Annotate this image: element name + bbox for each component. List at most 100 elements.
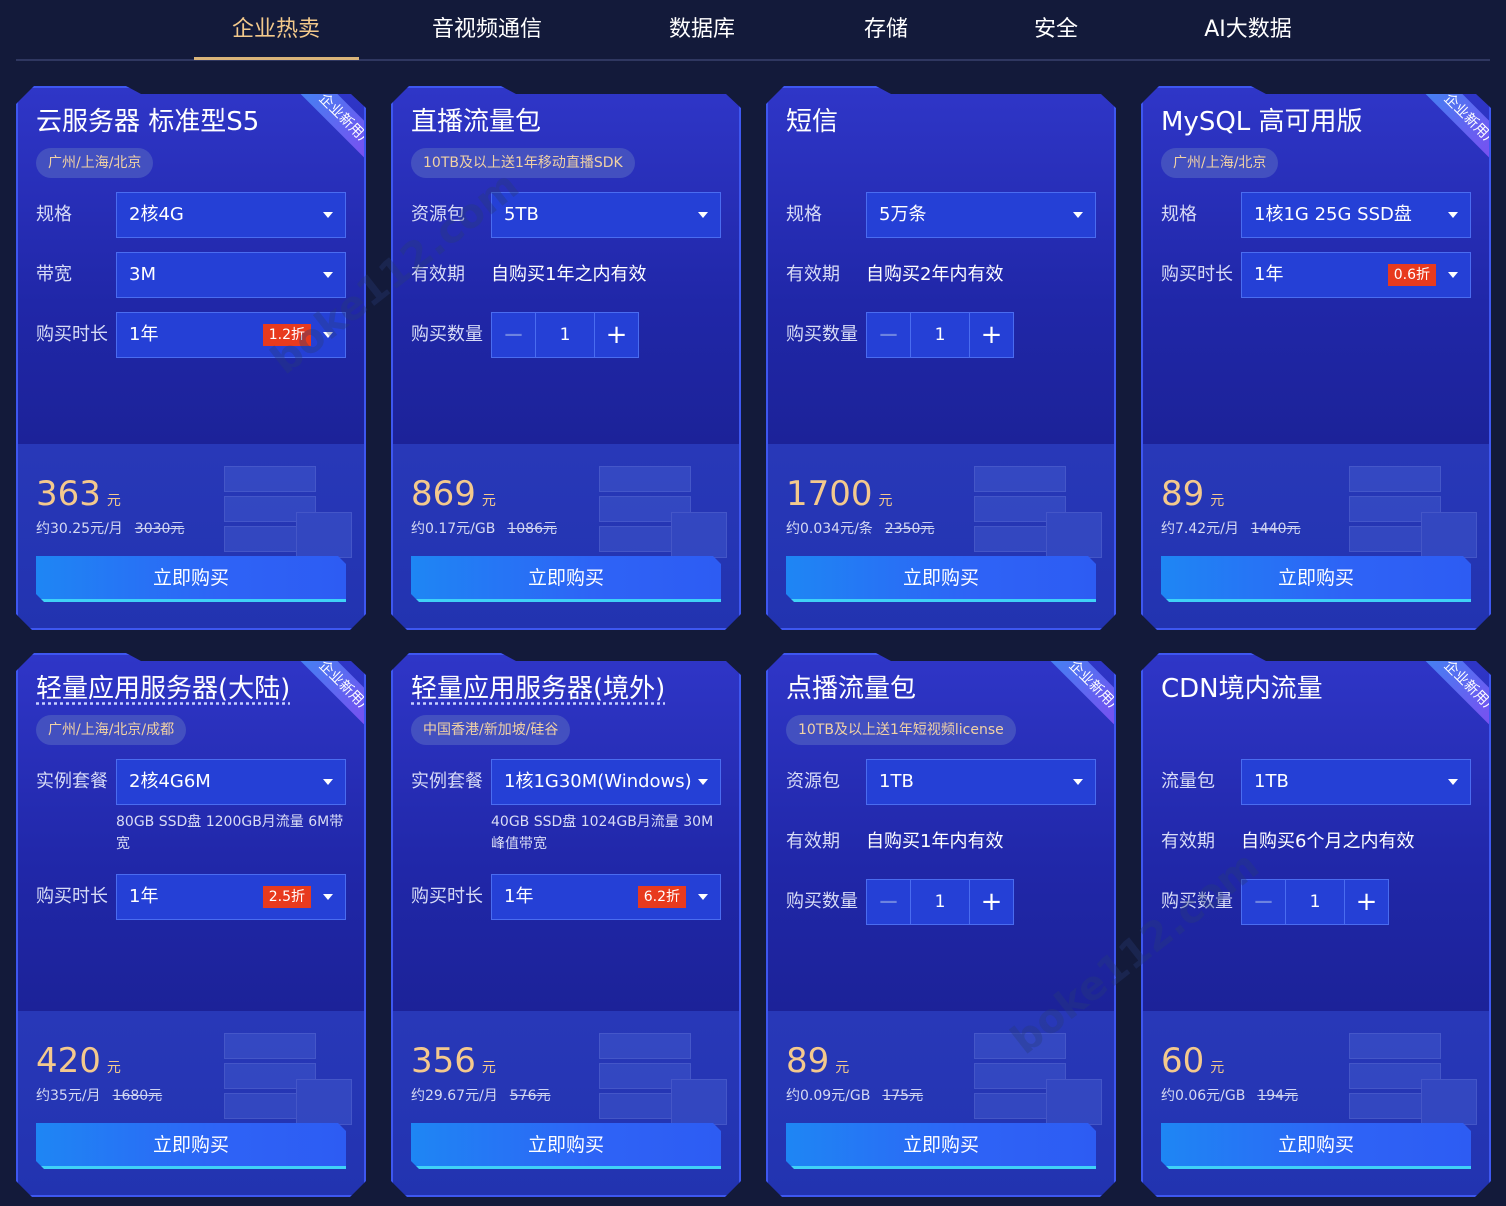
chevron-down-icon <box>698 212 708 218</box>
price: 60 元 <box>1161 1041 1224 1088</box>
price-amount: 60 <box>1161 1041 1205 1081</box>
field-label: 流量包 <box>1161 771 1215 792</box>
minus-icon[interactable]: − <box>867 880 911 924</box>
card-title: MySQL 高可用版 <box>1161 107 1363 137</box>
option-dropdown[interactable]: 2核4G <box>116 192 346 238</box>
buy-now-button[interactable]: 立即购买 <box>1161 556 1471 602</box>
minus-icon[interactable]: − <box>492 313 536 357</box>
ribbon-label: 企业新用户 <box>287 86 366 180</box>
plus-icon[interactable]: + <box>969 313 1013 357</box>
buy-now-button[interactable]: 立即购买 <box>411 1123 721 1169</box>
plus-icon[interactable]: + <box>969 880 1013 924</box>
new-user-ribbon: 企业新用户 <box>1391 86 1491 194</box>
card-subtitle-tag: 广州/上海/北京 <box>1161 148 1279 178</box>
price: 1700 元 <box>786 474 893 521</box>
price: 89 元 <box>1161 474 1224 521</box>
quantity-input[interactable]: 1 <box>911 880 969 924</box>
buy-now-button[interactable]: 立即购买 <box>411 556 721 602</box>
chevron-down-icon <box>323 272 333 278</box>
chevron-down-icon <box>1073 212 1083 218</box>
minus-icon[interactable]: − <box>1242 880 1286 924</box>
option-dropdown[interactable]: 1TB <box>1241 759 1471 805</box>
unit-price-line: 约35元/月 1680元 <box>36 1085 162 1105</box>
product-card: CDN境内流量 企业新用户 流量包 1TB 有效期 自购买6个月之内有效 购买数量 −1 +60… <box>1141 653 1491 1197</box>
card-subtitle-tag: 10TB及以上送1年移动直播SDK <box>411 148 635 178</box>
plus-icon[interactable]: + <box>594 313 638 357</box>
chevron-down-icon <box>698 779 708 785</box>
option-dropdown[interactable]: 1年 1.2折 <box>116 312 346 358</box>
field-label: 购买数量 <box>786 324 858 345</box>
discount-badge: 0.6折 <box>1387 264 1436 286</box>
tab-security[interactable]: 安全 <box>1011 12 1101 48</box>
option-dropdown[interactable]: 1年 2.5折 <box>116 874 346 920</box>
option-dropdown[interactable]: 1年 6.2折 <box>491 874 721 920</box>
original-price: 2350元 <box>884 521 935 537</box>
field-label: 资源包 <box>411 204 465 225</box>
buy-now-button[interactable]: 立即购买 <box>36 1123 346 1169</box>
price-currency: 元 <box>1210 493 1225 509</box>
option-dropdown[interactable]: 3M <box>116 252 346 298</box>
option-dropdown[interactable]: 1年 0.6折 <box>1241 252 1471 298</box>
buy-now-button[interactable]: 立即购买 <box>1161 1123 1471 1169</box>
dropdown-value: 1核1G30M(Windows) <box>504 771 692 792</box>
quantity-input[interactable]: 1 <box>1286 880 1344 924</box>
field-label: 带宽 <box>36 264 72 285</box>
field-label: 规格 <box>1161 204 1197 225</box>
field-label: 有效期 <box>786 264 840 285</box>
validity-text: 自购买2年内有效 <box>866 264 1004 285</box>
card-title: 短信 <box>786 107 839 137</box>
field-label: 有效期 <box>1161 831 1215 852</box>
package-description: 40GB SSD盘 1024GB月流量 30M峰值带宽 <box>491 814 714 852</box>
unit-price: 约30.25元/月 <box>36 521 123 537</box>
unit-price: 约29.67元/月 <box>411 1088 498 1104</box>
tab-ai-bigdata[interactable]: AI大数据 <box>1184 12 1312 48</box>
card-subtitle-tag: 广州/上海/北京 <box>36 148 154 178</box>
minus-icon[interactable]: − <box>867 313 911 357</box>
product-card: MySQL 高可用版 广州/上海/北京 企业新用户规格 1核1G 25G SSD盘购买… <box>1141 86 1491 630</box>
field-label: 规格 <box>36 204 72 225</box>
chevron-down-icon <box>698 894 708 900</box>
option-dropdown[interactable]: 5万条 <box>866 192 1096 238</box>
card-title[interactable]: 轻量应用服务器(境外) <box>411 671 665 707</box>
option-dropdown[interactable]: 5TB <box>491 192 721 238</box>
quantity-input[interactable]: 1 <box>536 313 594 357</box>
tab-database[interactable]: 数据库 <box>646 12 758 48</box>
price-amount: 420 <box>36 1041 101 1081</box>
price: 356 元 <box>411 1041 496 1088</box>
option-dropdown[interactable]: 1核1G 25G SSD盘 <box>1241 192 1471 238</box>
ribbon-label: 企业新用户 <box>287 653 366 747</box>
quantity-stepper: −1 + <box>491 312 639 358</box>
option-dropdown[interactable]: 1TB <box>866 759 1096 805</box>
new-user-ribbon: 企业新用户 <box>1391 653 1491 761</box>
server-rack-illustration <box>224 1033 356 1129</box>
option-dropdown[interactable]: 2核4G6M <box>116 759 346 805</box>
field-label: 购买数量 <box>1161 891 1233 912</box>
tab-enterprise-hot[interactable]: 企业热卖 <box>204 12 348 48</box>
field-label: 购买数量 <box>411 324 483 345</box>
unit-price: 约35元/月 <box>36 1088 101 1104</box>
chevron-down-icon <box>1448 779 1458 785</box>
dropdown-value: 1年 <box>504 886 534 907</box>
option-dropdown[interactable]: 1核1G30M(Windows) <box>491 759 721 805</box>
new-user-ribbon: 企业新用户 <box>266 86 366 194</box>
new-user-ribbon: 企业新用户 <box>266 653 366 761</box>
unit-price-line: 约0.06元/GB 194元 <box>1161 1085 1298 1105</box>
dropdown-value: 5TB <box>504 204 539 225</box>
original-price: 3030元 <box>134 521 185 537</box>
field-label: 购买时长 <box>1161 264 1233 285</box>
field-label: 购买时长 <box>36 324 108 345</box>
card-title[interactable]: 轻量应用服务器(大陆) <box>36 671 290 707</box>
tab-storage[interactable]: 存储 <box>841 12 931 48</box>
dropdown-value: 1年 <box>1254 264 1284 285</box>
unit-price: 约0.034元/条 <box>786 521 873 537</box>
quantity-input[interactable]: 1 <box>911 313 969 357</box>
buy-now-button[interactable]: 立即购买 <box>786 556 1096 602</box>
buy-now-button[interactable]: 立即购买 <box>786 1123 1096 1169</box>
field-label: 实例套餐 <box>36 771 108 792</box>
original-price: 1086元 <box>507 521 557 537</box>
plus-icon[interactable]: + <box>1344 880 1388 924</box>
original-price: 1440元 <box>1250 521 1301 537</box>
tab-audio-video[interactable]: 音视频通信 <box>416 12 558 48</box>
price-amount: 869 <box>411 474 476 514</box>
buy-now-button[interactable]: 立即购买 <box>36 556 346 602</box>
